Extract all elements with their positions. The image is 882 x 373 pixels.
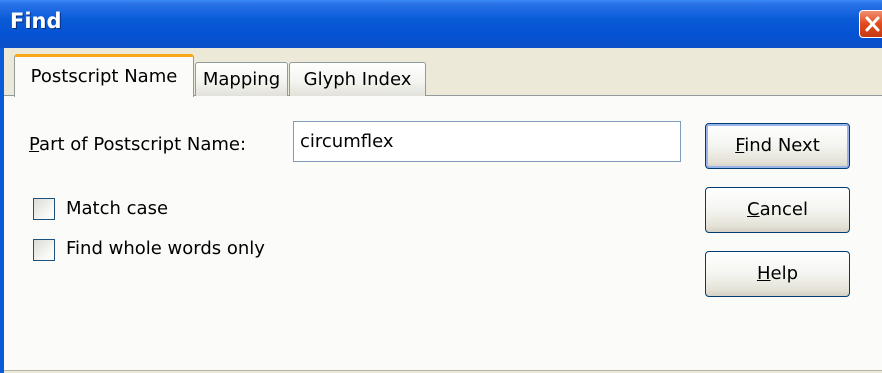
cancel-text: ancel [759,199,808,220]
postscript-name-input[interactable] [293,121,681,162]
tab-glyph-index[interactable]: Glyph Index [289,62,426,96]
whole-words-checkbox[interactable] [33,239,55,261]
match-case-checkbox[interactable] [33,198,55,220]
help-button[interactable]: Help [705,251,850,297]
match-case-label[interactable]: Match case [66,198,168,219]
whole-words-label[interactable]: Find whole words only [66,238,265,259]
find-next-button[interactable]: Find Next [705,123,850,169]
help-text: elp [770,263,799,284]
tab-postscript-name[interactable]: Postscript Name [14,54,194,97]
label-accelerator: P [29,134,40,155]
tab-mapping[interactable]: Mapping [195,62,288,96]
window-title: Find [10,9,62,33]
title-bar[interactable]: Find [0,0,882,48]
find-next-text: ind Next [744,135,820,156]
close-button[interactable] [859,10,882,38]
cancel-button[interactable]: Cancel [705,187,850,233]
help-accelerator: H [756,263,771,284]
close-icon [865,16,880,32]
cancel-accelerator: C [747,199,760,220]
find-dialog: Find Postscript Name Mapping Glyph Index… [0,0,882,373]
label-text: art of Postscript Name: [39,134,247,155]
find-next-accelerator: F [735,135,745,156]
postscript-name-label: Part of Postscript Name: [29,134,246,155]
